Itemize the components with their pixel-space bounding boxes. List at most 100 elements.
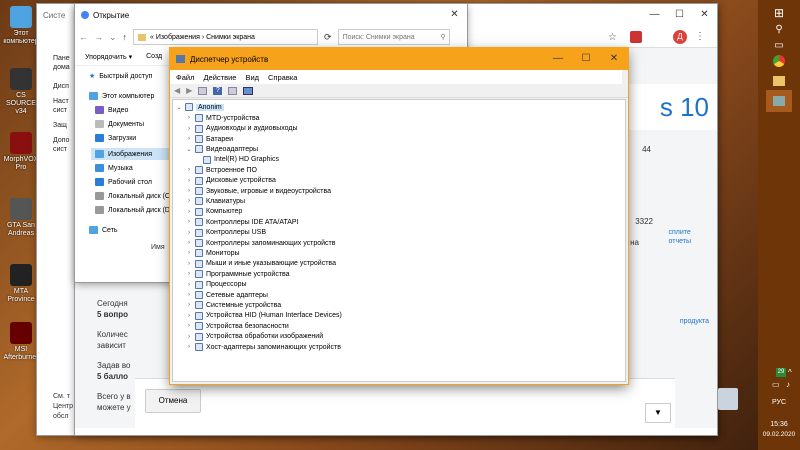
- tree-category[interactable]: › Батареи: [185, 134, 233, 145]
- back-arrow-icon[interactable]: ◀: [174, 86, 180, 95]
- nav-drive-c[interactable]: Локальный диск (С: [95, 192, 170, 200]
- tree-category[interactable]: › MTD-устройства: [185, 113, 260, 124]
- expand-arrow-icon[interactable]: ›: [185, 323, 193, 329]
- expand-arrow-icon[interactable]: ›: [185, 198, 193, 204]
- mta-desktop-icon[interactable]: MTA Province: [2, 264, 40, 304]
- side-label[interactable]: Наст: [53, 97, 70, 106]
- cs-source-desktop-icon[interactable]: CS SOURCE v34: [2, 68, 40, 116]
- expand-arrow-icon[interactable]: ›: [185, 178, 193, 184]
- page-link[interactable]: сплите: [669, 228, 692, 237]
- help-icon[interactable]: ?: [213, 86, 223, 95]
- expand-arrow-icon[interactable]: ›: [185, 209, 193, 215]
- nav-this-pc[interactable]: Этот компьютер: [89, 92, 154, 100]
- side-label[interactable]: Защ: [53, 121, 70, 130]
- tree-category[interactable]: › Системные устройства: [185, 300, 281, 311]
- nav-network[interactable]: Сеть: [89, 226, 118, 234]
- tree-category[interactable]: › Компьютер: [185, 207, 242, 218]
- back-arrow-icon[interactable]: ←: [79, 32, 88, 42]
- profile-avatar[interactable]: Д: [673, 30, 687, 44]
- nav-music[interactable]: Музыка: [95, 164, 133, 172]
- devmgr-taskbar-button[interactable]: [766, 90, 792, 112]
- tree-category[interactable]: › Программные устройства: [185, 269, 290, 280]
- menu-file[interactable]: Файл: [176, 73, 194, 82]
- device-manager-window[interactable]: Диспетчер устройств — ☐ ✕ Файл Действие …: [170, 48, 628, 384]
- address-segment[interactable]: Изображения: [156, 34, 200, 41]
- forward-arrow-icon[interactable]: →: [94, 32, 103, 42]
- side-label[interactable]: Дисп: [53, 82, 70, 91]
- search-input[interactable]: Поиск: Снимки экрана ⚲: [337, 29, 450, 45]
- arrange-menu[interactable]: Упорядочить ▾: [85, 53, 132, 61]
- address-segment[interactable]: Снимки экрана: [206, 34, 255, 41]
- network-tray-icon[interactable]: ▭: [772, 380, 780, 389]
- footnote-line[interactable]: Центр: [53, 402, 73, 412]
- tree-category[interactable]: › Клавиатуры: [185, 196, 245, 207]
- dropdown-icon[interactable]: ⌄: [109, 32, 117, 43]
- tree-category[interactable]: › Сетевые адаптеры: [185, 290, 268, 301]
- clock-time[interactable]: 15:36: [758, 421, 800, 428]
- expand-arrow-icon[interactable]: ›: [185, 230, 193, 236]
- expand-arrow-icon[interactable]: ›: [185, 282, 193, 288]
- expand-arrow-icon[interactable]: ›: [185, 334, 193, 340]
- tree-category[interactable]: › Хост-адаптеры запоминающих устройств: [185, 342, 341, 353]
- nav-downloads[interactable]: Загрузки: [95, 134, 136, 142]
- nav-desktop[interactable]: Рабочий стол: [95, 178, 152, 186]
- side-label[interactable]: сист: [53, 106, 70, 115]
- expand-arrow-icon[interactable]: ›: [185, 313, 193, 319]
- tree-category[interactable]: › Встроенное ПО: [185, 165, 257, 176]
- tree-category[interactable]: › Устройства HID (Human Interface Devices…: [185, 311, 342, 322]
- tree-category[interactable]: › Мониторы: [185, 248, 240, 259]
- expand-arrow-icon[interactable]: ›: [185, 126, 193, 132]
- expand-arrow-icon[interactable]: ›: [185, 188, 193, 194]
- scan-hardware-icon[interactable]: [243, 86, 254, 95]
- menu-help[interactable]: Справка: [268, 73, 297, 82]
- expand-arrow-icon[interactable]: ›: [185, 136, 193, 142]
- address-bar[interactable]: « Изображения › Снимки экрана: [133, 29, 319, 45]
- msi-afterburner-desktop-icon[interactable]: MSI Afterburner: [2, 322, 40, 362]
- language-indicator[interactable]: РУС: [758, 399, 800, 406]
- dropdown-arrow-icon[interactable]: ▼: [645, 403, 671, 423]
- expand-arrow-icon[interactable]: ›: [185, 271, 193, 277]
- extension-icon[interactable]: [630, 31, 642, 43]
- close-icon[interactable]: ✕: [600, 48, 628, 70]
- side-label[interactable]: дома: [53, 63, 70, 72]
- explorer-taskbar-button[interactable]: [766, 70, 792, 92]
- recycle-bin-icon[interactable]: [718, 388, 738, 410]
- expand-arrow-icon[interactable]: ›: [185, 261, 193, 267]
- tree-category[interactable]: › Дисковые устройства: [185, 175, 276, 186]
- nav-documents[interactable]: Документы: [95, 120, 144, 128]
- expand-arrow-icon[interactable]: ›: [185, 292, 193, 298]
- tree-category[interactable]: › Аудиовходы и аудиовыходы: [185, 123, 298, 134]
- tray-chevron-icon[interactable]: ^: [788, 368, 792, 377]
- minimize-icon[interactable]: —: [544, 48, 572, 70]
- tree-category[interactable]: › Контроллеры запоминающих устройств: [185, 238, 336, 249]
- close-icon[interactable]: ✕: [442, 4, 467, 26]
- tree-category[interactable]: ⌄ Видеоадаптеры: [185, 144, 258, 155]
- side-label[interactable]: Допо: [53, 136, 70, 145]
- chrome-taskbar-button[interactable]: [766, 50, 792, 72]
- collapse-arrow-icon[interactable]: ⌄: [185, 146, 193, 153]
- expand-arrow-icon[interactable]: ›: [185, 240, 193, 246]
- maximize-icon[interactable]: ☐: [572, 48, 600, 70]
- side-label[interactable]: Пане: [53, 54, 70, 63]
- collapse-arrow-icon[interactable]: ⌄: [175, 104, 183, 111]
- star-icon[interactable]: ☆: [608, 32, 617, 43]
- tree-device[interactable]: Intel(R) HD Graphics: [201, 155, 279, 166]
- this-pc-desktop-icon[interactable]: Этот компьютер: [2, 6, 40, 46]
- properties-icon[interactable]: [228, 86, 238, 95]
- up-arrow-icon[interactable]: ↑: [123, 32, 128, 42]
- nav-drive-d[interactable]: Локальный диск (D: [95, 206, 170, 214]
- tree-root[interactable]: ⌄ Anonim: [175, 102, 224, 113]
- expand-arrow-icon[interactable]: ›: [185, 115, 193, 121]
- minimize-icon[interactable]: —: [642, 4, 667, 26]
- nav-pictures[interactable]: Изображения: [91, 148, 175, 160]
- page-link[interactable]: отчеты: [669, 237, 692, 246]
- close-icon[interactable]: ✕: [692, 4, 717, 26]
- cancel-button[interactable]: Отмена: [145, 389, 201, 413]
- volume-tray-icon[interactable]: ♪: [786, 380, 790, 389]
- refresh-icon[interactable]: ⟳: [324, 32, 332, 43]
- column-header-name[interactable]: Имя: [151, 244, 165, 251]
- gta-desktop-icon[interactable]: GTA San Andreas: [2, 198, 40, 238]
- footnote-line[interactable]: обсл: [53, 412, 73, 422]
- show-hide-console-icon[interactable]: [198, 86, 208, 95]
- nav-quick-access[interactable]: ★ Быстрый доступ: [89, 72, 152, 81]
